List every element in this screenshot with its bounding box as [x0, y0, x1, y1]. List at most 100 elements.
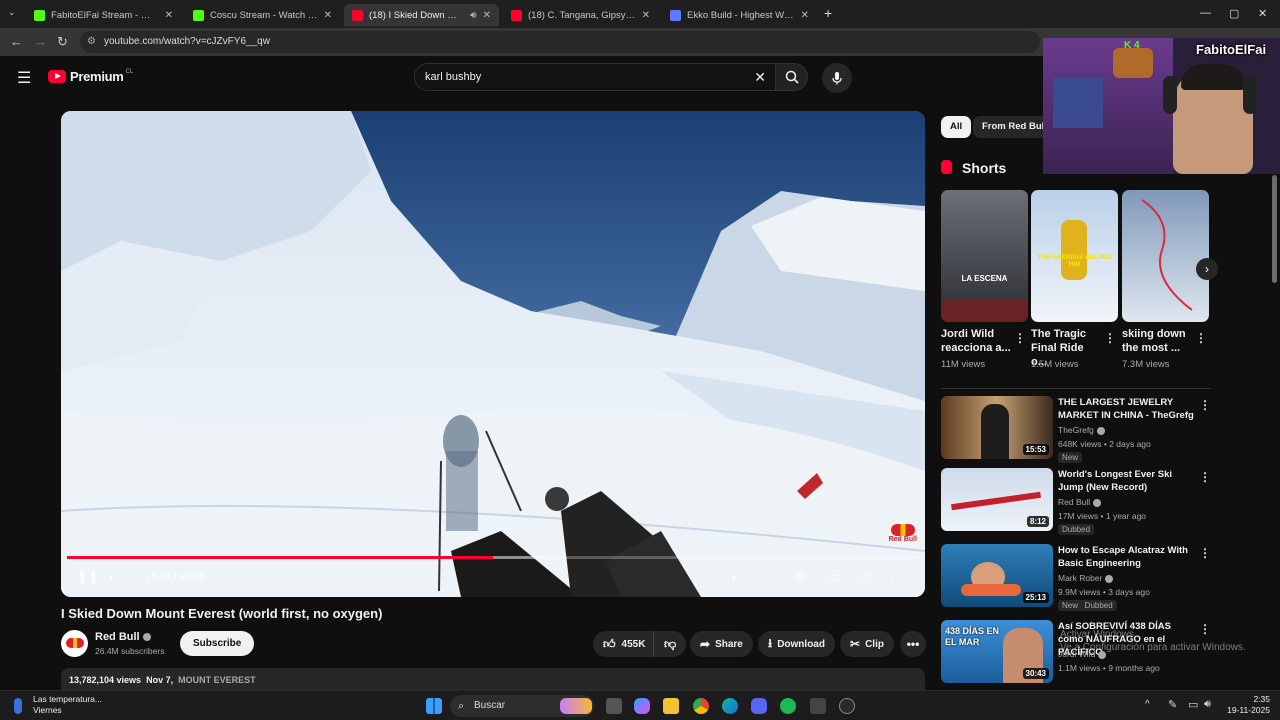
discord-icon[interactable]	[751, 698, 767, 714]
recommended-video[interactable]: 15:53 THE LARGEST JEWELRY MARKET IN CHIN…	[941, 396, 1211, 463]
video-thumbnail: 25:13	[941, 544, 1053, 607]
more-vert-icon[interactable]: ⋮	[1199, 470, 1211, 484]
chrome-icon[interactable]	[693, 698, 709, 714]
volume-icon[interactable]: 🔈︎	[109, 570, 116, 585]
minimize-icon[interactable]: —	[1200, 7, 1211, 19]
more-vert-icon[interactable]: ⋮	[1195, 331, 1207, 345]
search-button[interactable]	[776, 63, 808, 91]
progress-bar[interactable]	[67, 556, 919, 559]
short-thumbnail[interactable]	[1122, 190, 1209, 322]
tab-audio-icon[interactable]: 🔊︎	[470, 10, 476, 21]
weather-icon[interactable]	[14, 698, 22, 714]
url-field[interactable]: ⚙ youtube.com/watch?v=cJZvFY6__qw	[80, 31, 1040, 53]
more-vert-icon[interactable]: ⋮	[1104, 331, 1116, 345]
recommended-video[interactable]: 8:12 World's Longest Ever Ski Jump (New …	[941, 468, 1211, 535]
close-tab-icon[interactable]: ✕	[801, 10, 809, 21]
video-thumbnail: 8:12	[941, 468, 1053, 531]
share-button[interactable]: ➦ Share	[690, 631, 753, 657]
site-info-icon[interactable]: ⚙	[87, 31, 96, 53]
short-thumbnail[interactable]: THE SHERPAS HELPED HIM	[1031, 190, 1118, 322]
tray-chevron-icon[interactable]: ^	[1145, 699, 1150, 710]
download-label: Download	[777, 638, 825, 650]
back-icon[interactable]: ←	[10, 34, 23, 49]
shorts-next-button[interactable]: ›	[1196, 258, 1218, 280]
network-icon[interactable]: ▭	[1188, 698, 1198, 711]
kick-icon	[34, 9, 45, 21]
more-vert-icon[interactable]: ⋮	[1199, 398, 1211, 412]
fullscreen-icon[interactable]: ⛶	[891, 570, 899, 585]
close-tab-icon[interactable]: ✕	[642, 10, 650, 21]
close-tab-icon[interactable]: ✕	[165, 10, 173, 21]
page-scrollbar[interactable]	[1272, 175, 1277, 283]
weather-widget[interactable]: Las temperatura... Viernes	[33, 694, 102, 716]
channel-name: Mark Rober	[1058, 573, 1114, 583]
voice-search-button[interactable]	[822, 63, 852, 93]
copilot-icon[interactable]	[634, 698, 650, 714]
site-icon	[670, 9, 681, 21]
more-vert-icon[interactable]: ⋮	[1199, 546, 1211, 560]
search-input[interactable]: karl bushby ✕	[414, 63, 776, 91]
browser-tab[interactable]: Ekko Build - Highest Win Rate ✕	[662, 4, 817, 26]
new-tab-button[interactable]: +	[824, 5, 832, 21]
clip-button[interactable]: ✂ Clip	[840, 631, 894, 657]
microphone-icon	[832, 72, 842, 85]
scissors-icon: ✂	[850, 637, 861, 651]
video-duration: 8:12	[1026, 516, 1049, 527]
clock[interactable]: 2:35 19-11-2025	[1227, 694, 1270, 716]
windows-start-icon[interactable]	[426, 698, 442, 714]
subscribe-button[interactable]: Subscribe	[180, 631, 255, 656]
volume-tray-icon[interactable]: 🔊︎	[1204, 698, 1211, 711]
browser-tab[interactable]: (18) C. Tangana, Gipsy Kings, N ✕	[503, 4, 658, 26]
browser-tab[interactable]: (18) I Skied Down Mount E 🔊︎ ✕	[344, 4, 499, 26]
file-explorer-icon[interactable]	[663, 698, 679, 714]
more-vert-icon[interactable]: ⋮	[1014, 331, 1026, 345]
close-window-icon[interactable]: ✕	[1258, 7, 1267, 20]
settings-icon[interactable]: ⚙	[795, 569, 807, 585]
browser-tab[interactable]: Coscu Stream - Watch Live on ✕	[185, 4, 340, 26]
autoplay-toggle[interactable]: ⏵	[731, 572, 737, 585]
maximize-icon[interactable]: ▢	[1229, 7, 1239, 20]
download-button[interactable]: ⭳ Download	[758, 631, 835, 657]
pause-button[interactable]: ❚❚	[77, 569, 99, 585]
buffered-bar	[493, 556, 545, 559]
share-label: Share	[715, 638, 743, 650]
spotify-icon[interactable]	[780, 698, 796, 714]
cast-icon[interactable]: ⎚	[859, 570, 869, 585]
short-thumbnail[interactable]: LA ESCENA	[941, 190, 1028, 322]
more-actions-button[interactable]: •••	[900, 631, 926, 657]
video-player[interactable]: Red Bull ❚❚ 🔈︎ 15:37 / 31:15 ⏵ ⚙ ▭ ⎚ ⛶	[61, 111, 925, 597]
red-bull-watermark: Red Bull	[889, 524, 917, 543]
youtube-logo[interactable]: Premium CL	[48, 69, 133, 84]
channel-avatar[interactable]	[61, 630, 88, 657]
app-icon[interactable]	[839, 698, 855, 714]
short-title[interactable]: Jordi Wild reacciona a...	[941, 327, 1011, 355]
forward-icon[interactable]: →	[34, 34, 47, 49]
video-tag[interactable]: MOUNT EVEREST	[178, 675, 256, 685]
like-button[interactable]: 👍︎ 455K	[593, 631, 654, 657]
clear-search-icon[interactable]: ✕	[754, 64, 766, 90]
dislike-button[interactable]: 👎︎	[653, 631, 687, 657]
thumbs-up-icon: 👍︎	[603, 636, 616, 651]
task-view-icon[interactable]	[606, 698, 622, 714]
pen-icon[interactable]: ✎	[1168, 698, 1177, 711]
recommended-video[interactable]: 25:13 How to Escape Alcatraz With Basic …	[941, 544, 1211, 611]
close-tab-icon[interactable]: ✕	[483, 10, 491, 21]
theater-mode-icon[interactable]: ▭	[827, 569, 839, 585]
menu-icon[interactable]: ☰	[17, 68, 31, 88]
channel-name[interactable]: Red Bull	[95, 631, 151, 643]
like-count: 455K	[621, 638, 646, 650]
taskbar-search[interactable]: ⌕ Buscar	[450, 695, 594, 717]
search-icon: ⌕	[458, 700, 465, 712]
tab-list-chevron-icon[interactable]: ⌄	[8, 7, 16, 18]
kick-badge: K 4	[1124, 40, 1140, 51]
close-tab-icon[interactable]: ✕	[324, 10, 332, 21]
chip-all[interactable]: All	[941, 116, 972, 138]
short-title[interactable]: skiing down the most ...	[1122, 327, 1192, 355]
progress-fill	[67, 556, 493, 559]
edge-icon[interactable]	[722, 698, 738, 714]
reload-icon[interactable]: ↻	[57, 34, 68, 50]
calculator-icon[interactable]	[810, 698, 826, 714]
red-bull-avatar-icon	[65, 638, 84, 648]
browser-tab[interactable]: FabitoElFai Stream - Watch Live ✕	[26, 4, 181, 26]
video-stats: 1.1M views • 9 months ago	[1058, 663, 1160, 673]
